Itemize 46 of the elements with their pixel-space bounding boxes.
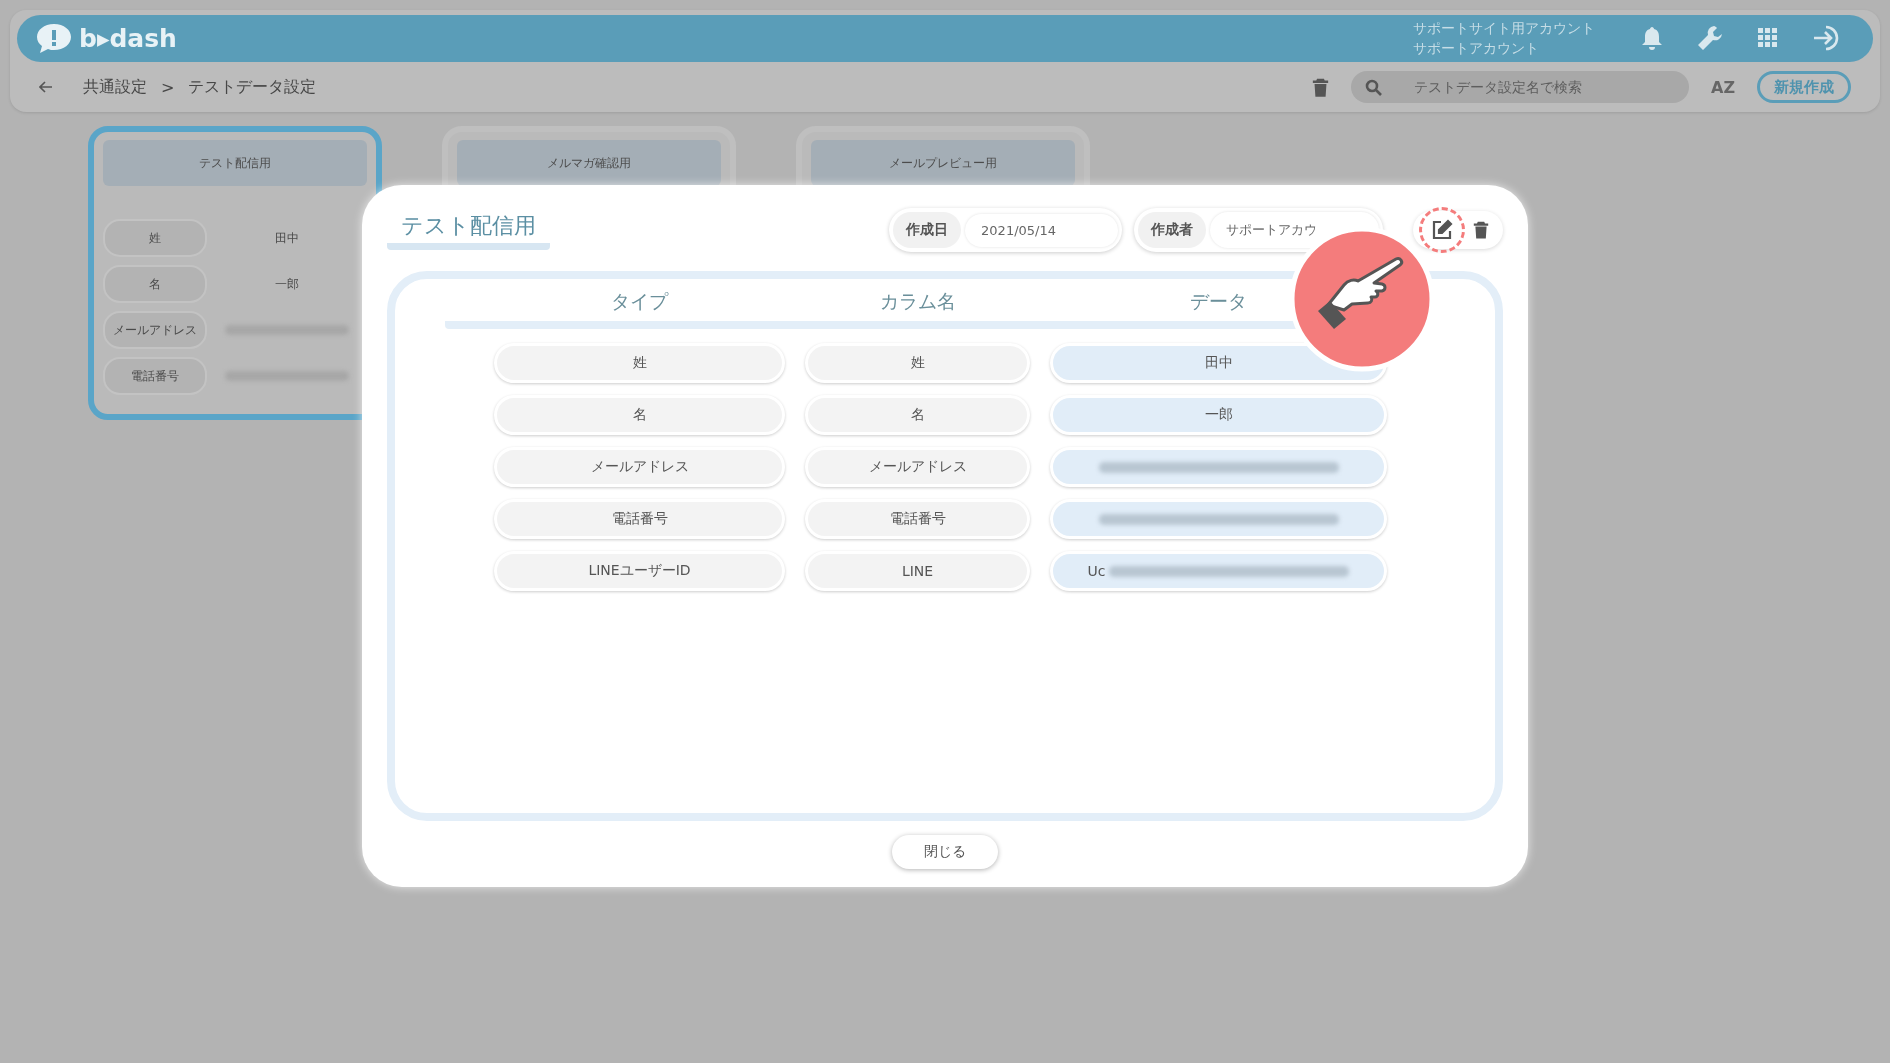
field-value: 田中 <box>274 229 300 247</box>
column-header: データ <box>1189 289 1248 314</box>
data-card[interactable]: テスト配信用 姓 田中 名 一郎 メールアドレス 電話番号 <box>88 126 382 420</box>
sort-toggle[interactable]: AZ <box>1711 77 1735 97</box>
type-cell: 名 <box>494 395 785 435</box>
column-header: カラム名 <box>878 289 957 314</box>
data-text: Uc <box>1087 563 1106 579</box>
column-cell: LINE <box>805 551 1030 591</box>
breadcrumb-current: テストデータ設定 <box>188 76 317 98</box>
logo-text[interactable]: b▸dash <box>79 23 177 53</box>
breadcrumb-separator: > <box>161 77 175 97</box>
breadcrumb-link[interactable]: 共通設定 <box>83 76 147 98</box>
card-title: メールプレビュー用 <box>811 140 1075 186</box>
search-field[interactable]: テストデータ設定名で検索 <box>1351 71 1689 104</box>
account-site: サポートサイト用アカウント <box>1413 19 1595 39</box>
field-label: 電話番号 <box>103 357 207 395</box>
data-text: 田中 <box>1204 354 1233 372</box>
field-value: 一郎 <box>274 275 300 293</box>
column-cell: 名 <box>805 395 1030 435</box>
type-cell: メールアドレス <box>494 447 785 487</box>
account-user: サポートアカウント <box>1413 39 1540 59</box>
chat-bubble-icon <box>35 22 73 55</box>
search-icon <box>1365 78 1382 96</box>
trash-icon[interactable] <box>1473 220 1489 240</box>
meta-label: 作成者 <box>1138 212 1206 248</box>
field-label: メールアドレス <box>103 311 207 349</box>
back-arrow-icon[interactable] <box>39 81 53 94</box>
column-header: タイプ <box>610 289 670 314</box>
edit-icon[interactable] <box>1431 219 1453 241</box>
meta-value: 2021/05/14 <box>965 213 1118 247</box>
type-cell: 電話番号 <box>494 499 785 539</box>
trash-icon[interactable] <box>1312 77 1329 98</box>
column-cell: 姓 <box>805 343 1030 383</box>
data-text: 一郎 <box>1204 406 1233 424</box>
type-cell: LINEユーザーID <box>494 551 785 591</box>
search-input[interactable]: テストデータ設定名で検索 <box>1412 78 1656 97</box>
card-title: テスト配信用 <box>103 140 367 186</box>
dialog-title: テスト配信用 <box>387 210 550 250</box>
column-cell: メールアドレス <box>805 447 1030 487</box>
card-title: メルマガ確認用 <box>457 140 721 186</box>
type-cell: 姓 <box>494 343 785 383</box>
field-label: 名 <box>103 265 207 303</box>
field-label: 姓 <box>103 219 207 257</box>
meta-label: 作成日 <box>893 212 962 248</box>
column-cell: 電話番号 <box>805 499 1030 539</box>
close-button[interactable]: 閉じる <box>892 835 998 869</box>
